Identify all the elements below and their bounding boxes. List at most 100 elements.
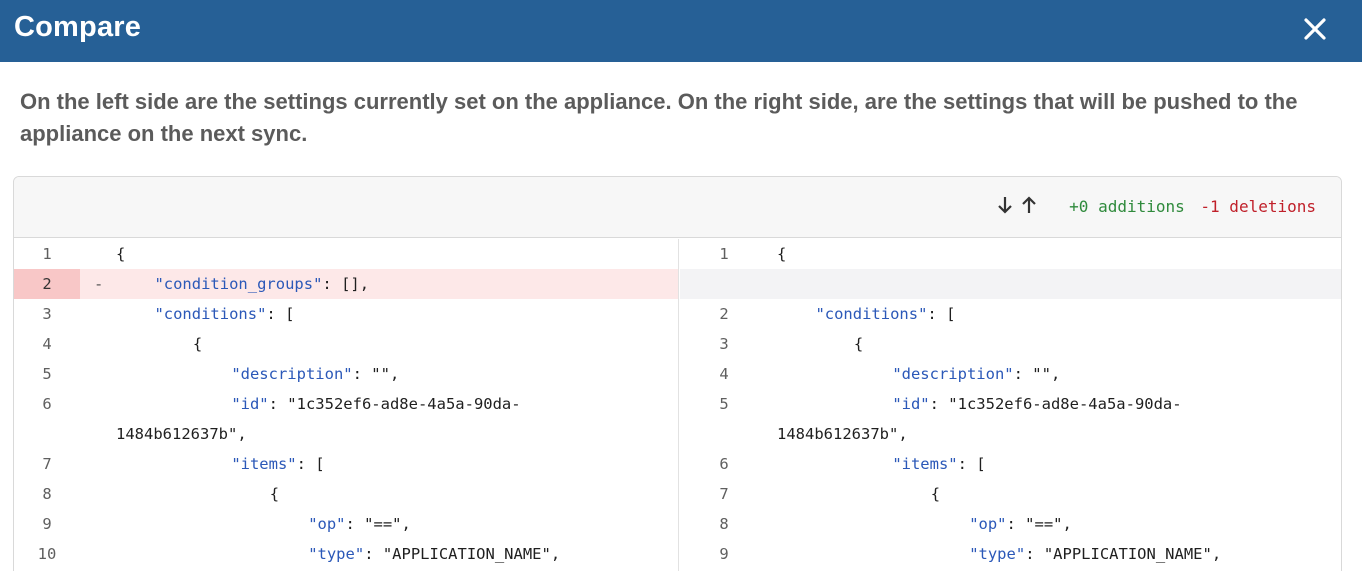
line-number: 4: [719, 365, 729, 383]
arrow-down-icon[interactable]: [996, 194, 1014, 216]
code-text: "items": [: [116, 449, 325, 479]
code-text: {: [777, 479, 940, 509]
arrow-up-icon[interactable]: [1020, 194, 1038, 216]
json-value: : [: [957, 455, 986, 473]
json-key: "id": [892, 395, 930, 413]
json-value: : [: [296, 455, 325, 473]
json-value: : "==",: [345, 515, 411, 533]
json-value: : [: [927, 305, 956, 323]
line-number: 3: [719, 335, 729, 353]
json-key: "condition_groups": [154, 275, 323, 293]
code-text: "type": "APPLICATION_NAME",: [116, 539, 560, 569]
additions-count: +0 additions: [1069, 197, 1185, 216]
code-text: "op": "==",: [116, 509, 411, 539]
json-value: : "APPLICATION_NAME",: [364, 545, 561, 563]
code-text: {: [116, 329, 202, 359]
right-diff-line: 7{: [680, 479, 1341, 509]
json-value: 1484b612637b",: [116, 425, 247, 443]
right-diff-line: 5 "id": "1c352ef6-ad8e-4a5a-90da-: [680, 389, 1341, 419]
left-diff-line: 5 "description": "",: [14, 359, 678, 389]
line-number: 8: [719, 515, 729, 533]
line-number: 7: [719, 485, 729, 503]
code-text: "items": [: [777, 449, 986, 479]
json-value: : "",: [1013, 365, 1061, 383]
line-number: 1: [42, 245, 52, 263]
json-value: : "1c352ef6-ad8e-4a5a-90da-: [929, 395, 1182, 413]
code-text: "id": "1c352ef6-ad8e-4a5a-90da-: [116, 389, 521, 419]
json-key: "type": [969, 545, 1026, 563]
diff-navigation: [996, 193, 1038, 217]
line-number: 1: [719, 245, 729, 263]
code-text: "id": "1c352ef6-ad8e-4a5a-90da-: [777, 389, 1182, 419]
code-text: {: [116, 239, 125, 269]
dialog-title: Compare: [14, 11, 142, 43]
json-key: "description": [892, 365, 1014, 383]
code-text: {: [777, 239, 786, 269]
right-diff-line: 2 "conditions": [: [680, 299, 1341, 329]
line-number: 2: [14, 269, 80, 299]
diff-viewer: +0 additions -1 deletions 1{2- "condition…: [13, 176, 1342, 571]
json-value: {: [930, 485, 941, 503]
right-diff-line: 3{: [680, 329, 1341, 359]
json-key: "op": [308, 515, 346, 533]
json-value: : [],: [322, 275, 370, 293]
diff-toolbar: +0 additions -1 deletions: [14, 177, 1341, 238]
json-key: "op": [969, 515, 1007, 533]
line-number: 9: [42, 515, 52, 533]
right-diff-line: 9 "type": "APPLICATION_NAME",: [680, 539, 1341, 569]
close-icon[interactable]: [1299, 13, 1331, 45]
line-number: 10: [37, 545, 57, 563]
code-text: "condition_groups": [],: [116, 269, 369, 299]
line-number: 4: [42, 335, 52, 353]
json-value: {: [192, 335, 203, 353]
deletions-count: -1 deletions: [1200, 197, 1316, 216]
code-text: "conditions": [: [777, 299, 955, 329]
line-number: 5: [719, 395, 729, 413]
left-diff-line: 1484b612637b",: [14, 419, 678, 449]
json-value: {: [777, 245, 787, 263]
line-number: 2: [719, 305, 729, 323]
left-diff-line: 9 "op": "==",: [14, 509, 678, 539]
left-diff-line: 7 "items": [: [14, 449, 678, 479]
json-key: "items": [231, 455, 297, 473]
left-diff-line: 1{: [14, 239, 678, 269]
line-number: 3: [42, 305, 52, 323]
json-value: : "==",: [1006, 515, 1072, 533]
left-diff-line: 2- "condition_groups": [],: [14, 269, 678, 299]
removal-marker: -: [94, 275, 104, 293]
code-text: "description": "",: [116, 359, 399, 389]
code-text: 1484b612637b",: [116, 419, 247, 449]
code-text: "op": "==",: [777, 509, 1072, 539]
dialog-header: Compare: [0, 0, 1362, 62]
json-key: "items": [892, 455, 958, 473]
json-value: : [: [266, 305, 295, 323]
diff-pane-current: 1{2- "condition_groups": [], 3 "conditions"…: [14, 239, 679, 571]
code-text: "conditions": [: [116, 299, 294, 329]
diff-stats: +0 additions -1 deletions: [1069, 197, 1316, 216]
json-value: 1484b612637b",: [777, 425, 908, 443]
right-diff-line: 8 "op": "==",: [680, 509, 1341, 539]
right-diff-line: 4 "description": "",: [680, 359, 1341, 389]
left-diff-line: 4{: [14, 329, 678, 359]
line-number: 8: [42, 485, 52, 503]
right-diff-line: 1484b612637b",: [680, 419, 1341, 449]
line-number: 7: [42, 455, 52, 473]
code-text: {: [777, 329, 863, 359]
right-diff-line: 6 "items": [: [680, 449, 1341, 479]
json-key: "conditions": [154, 305, 267, 323]
line-number: 9: [719, 545, 729, 563]
line-number: 6: [719, 455, 729, 473]
right-diff-line: 1{: [680, 239, 1341, 269]
json-value: {: [269, 485, 280, 503]
json-value: {: [853, 335, 864, 353]
json-value: {: [116, 245, 126, 263]
diff-pane-new: 1{2 "conditions": [3{4 "description": "", 5…: [680, 239, 1341, 571]
code-text: {: [116, 479, 279, 509]
json-key: "id": [231, 395, 269, 413]
compare-description: On the left side are the settings curren…: [20, 89, 1298, 146]
json-value: : "1c352ef6-ad8e-4a5a-90da-: [268, 395, 521, 413]
code-text: "description": "",: [777, 359, 1060, 389]
right-diff-line: [680, 269, 1341, 299]
code-text: 1484b612637b",: [777, 419, 908, 449]
json-key: "conditions": [815, 305, 928, 323]
